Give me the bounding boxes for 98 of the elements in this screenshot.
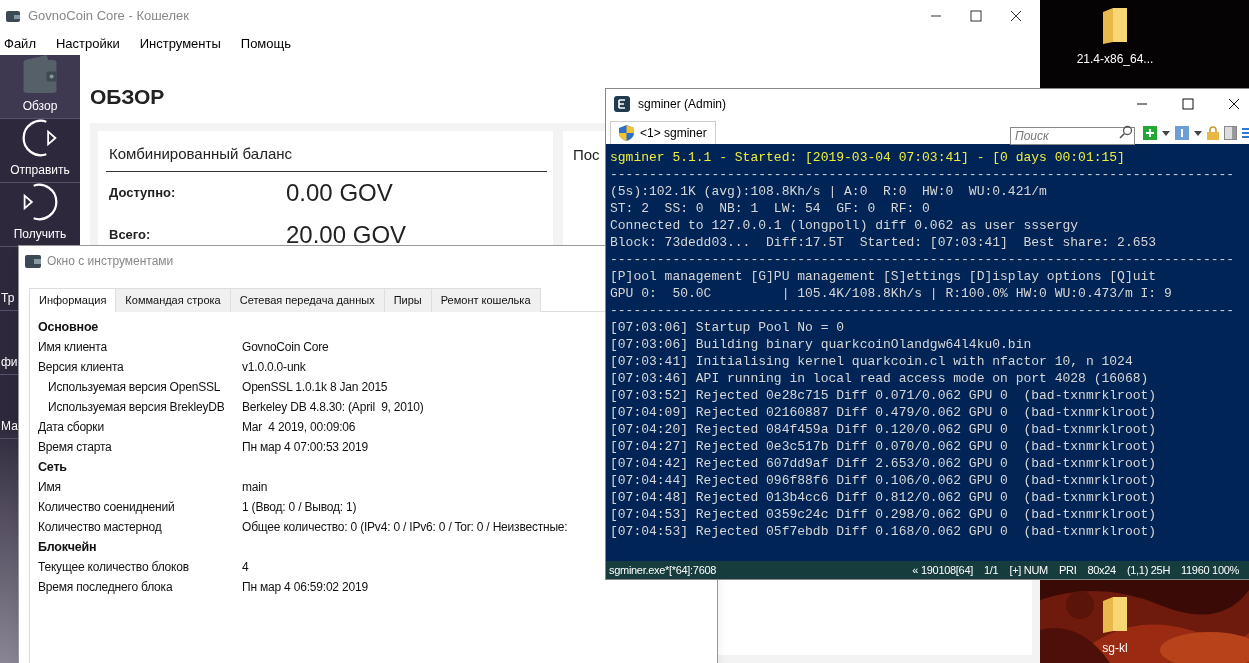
- caret-icon[interactable]: [1162, 130, 1170, 136]
- info-label: Используемая версия BrekleyDB: [47, 399, 226, 416]
- info-value: 1 (Ввод: 0 / Вывод: 1): [242, 499, 357, 516]
- status-text: (1,1) 25H: [1126, 562, 1171, 578]
- console-line: [07:04:53] Rejected 0359c24c Diff 0.298/0.062 GPU 0 (bad-txnmrklroot): [610, 506, 1157, 523]
- console-icon: [614, 96, 630, 112]
- layout-icon[interactable]: [1224, 126, 1237, 140]
- info-value: Berkeley DB 4.8.30: (April 9, 2010): [242, 399, 424, 416]
- status-text: sgminer.exe*[*64]:7608: [609, 562, 717, 578]
- page-heading: ОБЗОР: [90, 84, 165, 110]
- console-line: --------------------------------------------------------------------------------: [610, 251, 1235, 268]
- maximize-icon[interactable]: [970, 10, 982, 22]
- info-value: Пн мар 4 07:00:53 2019: [242, 439, 368, 456]
- info-label: Версия клиента: [38, 359, 125, 376]
- console-line: [07:04:27] Rejected 0e3c517b Diff 0.070/0.062 GPU 0 (bad-txnmrklroot): [610, 438, 1157, 455]
- tab[interactable]: Ремонт кошелька: [431, 288, 541, 312]
- console-line: [07:04:44] Rejected 096f88f6 Diff 0.106/0.062 GPU 0 (bad-txnmrklroot): [610, 472, 1157, 489]
- status-text: 11960 100%: [1181, 562, 1239, 578]
- maximize-icon[interactable]: [1182, 98, 1194, 110]
- console-line: [07:03:52] Rejected 0e28c715 Diff 0.071/0.062 GPU 0 (bad-txnmrklroot): [610, 387, 1157, 404]
- window-title: Окно с инструментами: [47, 253, 174, 270]
- tab[interactable]: Коммандая строка: [116, 288, 231, 312]
- console-line: Block: 73dedd03... Diff:17.5T Started: [07:03:41] Best share: 2.653: [610, 234, 1157, 251]
- search-field[interactable]: Поиск: [1010, 127, 1135, 145]
- info-value: 4: [242, 559, 249, 576]
- console-line: [P]ool management [G]PU management [S]ettings [D]isplay options [Q]uit: [610, 268, 1157, 285]
- menu-item[interactable]: Инструменты: [139, 33, 221, 54]
- wallet-icon: [6, 10, 20, 22]
- console-line: [07:04:48] Rejected 013b4cc6 Diff 0.812/0.062 GPU 0 (bad-txnmrklroot): [610, 489, 1157, 506]
- section-heading: Блокчейн: [38, 538, 97, 556]
- panel-icon[interactable]: [1175, 126, 1189, 140]
- folder-label[interactable]: 21.4-x86_64...: [1076, 50, 1154, 68]
- info-label: Имя: [38, 479, 62, 496]
- window-title: sgminer (Admin): [638, 96, 727, 113]
- tab[interactable]: Информация: [29, 288, 117, 312]
- console-line: [07:03:06] Building binary quarkcoinOlandgw64l4ku0.bin: [610, 336, 1032, 353]
- console-line: (5s):102.1K (avg):108.8Kh/s | A:0 R:0 HW:0 WU:0.421/m: [610, 183, 1047, 200]
- balance-label: Доступно:: [108, 183, 177, 202]
- menu-item[interactable]: Файл: [4, 33, 36, 54]
- console-line: [07:04:42] Rejected 607dd9af Diff 2.653/0.062 GPU 0 (bad-txnmrklroot): [610, 455, 1157, 472]
- balance-label: Всего:: [108, 225, 152, 244]
- status-text: [+] NUM: [1009, 562, 1048, 578]
- info-value: GovnoCoin Core: [242, 339, 329, 356]
- folder-label[interactable]: sg-kl: [1102, 639, 1128, 657]
- card-title: Комбинированный баланс: [106, 143, 547, 172]
- sidebar-item[interactable]: Обзор: [0, 55, 80, 119]
- status-text: PRI: [1058, 562, 1077, 578]
- caret-icon[interactable]: [1194, 130, 1202, 136]
- console-line: [07:04:09] Rejected 02160887 Diff 0.479/0.062 GPU 0 (bad-txnmrklroot): [610, 404, 1157, 421]
- folder-icon[interactable]: [1101, 8, 1129, 44]
- console-line: --------------------------------------------------------------------------------: [610, 166, 1235, 183]
- shield-icon: [619, 125, 634, 141]
- status-text: 80x24: [1087, 562, 1116, 578]
- balance-value: 20.00 GOV: [286, 219, 407, 250]
- status-text: « 190108[64]: [912, 562, 973, 578]
- info-value: Пн мар 4 06:59:02 2019: [242, 579, 368, 596]
- console-line: [07:03:46] API running in local read access mode on port 4028 (16068): [610, 370, 1149, 387]
- console-line: sgminer 5.1.1 - Started: [2019-03-04 07:03:41] - [0 days 00:01:15]: [610, 149, 1125, 166]
- lock-icon[interactable]: [1207, 126, 1219, 140]
- info-label: Время последнего блока: [38, 579, 174, 596]
- tab[interactable]: Пиры: [384, 288, 432, 312]
- menu-item[interactable]: Настройки: [55, 33, 120, 54]
- search-icon: [1119, 125, 1133, 139]
- balance-value: 0.00 GOV: [286, 177, 393, 208]
- info-value: v1.0.0.0-unk: [242, 359, 306, 376]
- folder-icon[interactable]: [1101, 597, 1129, 633]
- console-line: [07:03:06] Startup Pool No = 0: [610, 319, 845, 336]
- info-label: Время старта: [38, 439, 113, 456]
- close-icon[interactable]: [1010, 10, 1022, 22]
- info-value: Mar 4 2019, 00:09:06: [242, 419, 356, 436]
- info-label: Используемая версия OpenSSL: [47, 379, 222, 396]
- sidebar-item[interactable]: Отправить: [0, 119, 80, 183]
- plus-icon[interactable]: [1143, 126, 1157, 140]
- status-text: 1/1: [984, 562, 999, 578]
- info-value: main: [242, 479, 268, 496]
- menu-item[interactable]: Помощь: [240, 33, 291, 54]
- info-label: Имя клиента: [38, 339, 108, 356]
- console-line: Connected to 127.0.0.1 (longpoll) diff 0.062 as user sssergy: [610, 217, 1079, 234]
- console-line: --------------------------------------------------------------------------------: [610, 302, 1235, 319]
- close-icon[interactable]: [1228, 98, 1240, 110]
- console-line: [07:03:41] Initialising kernel quarkcoin.cl with nfactor 10, n 1024: [610, 353, 1133, 370]
- console-line: [07:04:20] Rejected 084f459a Diff 0.120/0.062 GPU 0 (bad-txnmrklroot): [610, 421, 1157, 438]
- console-line: [07:04:53] Rejected 05f7ebdb Diff 0.168/0.062 GPU 0 (bad-txnmrklroot): [610, 523, 1157, 540]
- section-heading: Основное: [38, 318, 99, 336]
- console-line: GPU 0: 50.0C | 105.4K/108.8Kh/s | R:100.0% HW:0 WU:0.473/m I: 9: [610, 285, 1172, 302]
- console-tab[interactable]: <1> sgminer: [610, 121, 716, 144]
- wallet-icon: [25, 254, 41, 268]
- info-value: OpenSSL 1.0.1k 8 Jan 2015: [242, 379, 388, 396]
- info-label: Количество мастернод: [38, 519, 163, 536]
- section-heading: Сеть: [38, 458, 67, 476]
- card-title: Пос: [573, 146, 600, 163]
- info-label: Текущее количество блоков: [38, 559, 190, 576]
- info-label: Дата сборки: [38, 419, 105, 436]
- info-value: Общее количество: 0 (IPv4: 0 / IPv6: 0 / Tor: 0 / Неизвестные:: [242, 519, 568, 536]
- info-label: Количество соениднений: [38, 499, 176, 516]
- window-title: GovnoCoin Core - Кошелек: [28, 7, 189, 26]
- console-line: ST: 2 SS: 0 NB: 1 LW: 54 GF: 0 RF: 0: [610, 200, 930, 217]
- tab[interactable]: Сетевая передача данных: [230, 288, 385, 312]
